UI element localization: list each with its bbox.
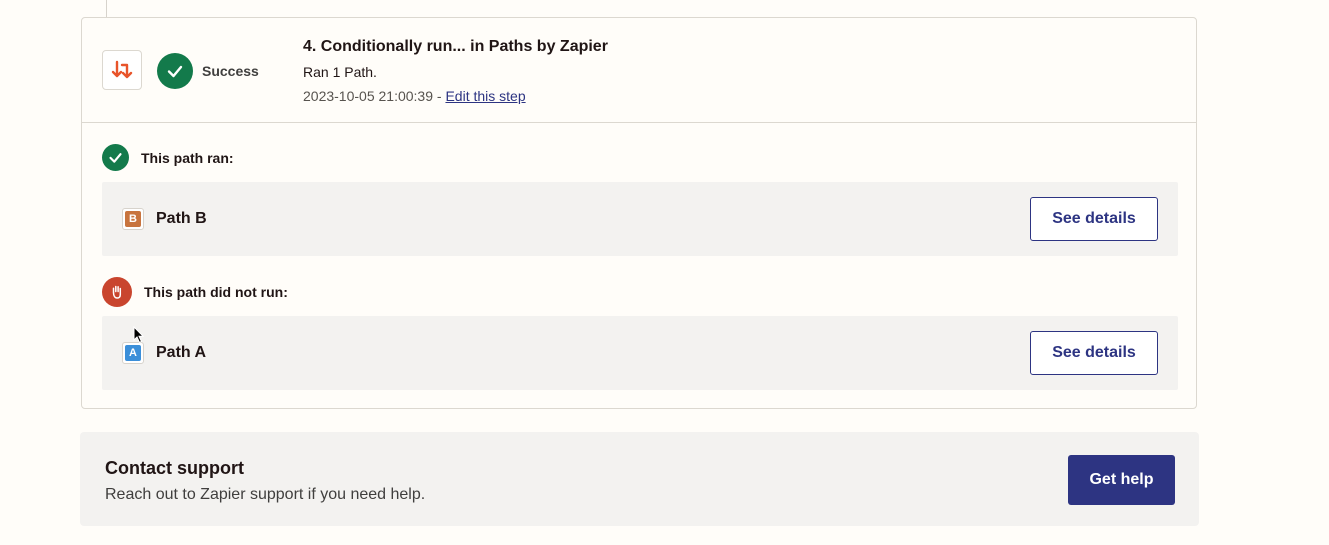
not-ran-status-circle bbox=[102, 277, 132, 307]
timeline-connector bbox=[106, 0, 107, 17]
not-ran-section-heading: This path did not run: bbox=[102, 277, 288, 307]
path-row-b: B Path B See details bbox=[102, 182, 1178, 256]
path-b-name: Path B bbox=[156, 210, 207, 227]
ran-heading-label: This path ran: bbox=[141, 149, 234, 166]
checkmark-icon bbox=[109, 153, 122, 163]
step-card: Success 4. Conditionally run... in Paths… bbox=[81, 17, 1197, 409]
edit-step-link[interactable]: Edit this step bbox=[445, 88, 525, 104]
path-b-badge-letter: B bbox=[125, 211, 141, 227]
checkmark-icon bbox=[167, 65, 183, 78]
get-help-button[interactable]: Get help bbox=[1068, 455, 1175, 505]
step-subtitle: Ran 1 Path. bbox=[303, 64, 377, 80]
mouse-pointer-icon bbox=[133, 326, 145, 344]
support-title: Contact support bbox=[105, 458, 244, 478]
step-title: 4. Conditionally run... in Paths by Zapi… bbox=[303, 38, 608, 55]
path-a-name: Path A bbox=[156, 344, 207, 361]
app-icon bbox=[102, 50, 142, 90]
step-header: Success 4. Conditionally run... in Paths… bbox=[82, 18, 1196, 123]
path-a-badge-letter: A bbox=[125, 345, 141, 361]
path-row-a: A Path A See details bbox=[102, 316, 1178, 390]
hand-stop-icon bbox=[112, 285, 122, 299]
step-meta: 2023-10-05 21:00:39 - Edit this step bbox=[303, 88, 526, 104]
success-status-circle bbox=[157, 53, 193, 89]
path-b-badge: B bbox=[122, 208, 144, 230]
see-details-button-path-a[interactable]: See details bbox=[1030, 331, 1158, 375]
ran-status-circle bbox=[102, 144, 129, 171]
step-timestamp: 2023-10-05 21:00:39 bbox=[303, 88, 433, 104]
meta-separator: - bbox=[433, 88, 446, 104]
contact-support-card: Contact support Reach out to Zapier supp… bbox=[80, 432, 1199, 526]
paths-arrows-icon bbox=[111, 60, 133, 79]
support-text: Reach out to Zapier support if you need … bbox=[105, 486, 426, 503]
see-details-button-path-b[interactable]: See details bbox=[1030, 197, 1158, 241]
path-a-badge: A bbox=[122, 342, 144, 364]
status-label: Success bbox=[202, 63, 259, 79]
not-ran-heading-label: This path did not run: bbox=[144, 284, 288, 300]
ran-section-heading: This path ran: bbox=[102, 144, 234, 171]
